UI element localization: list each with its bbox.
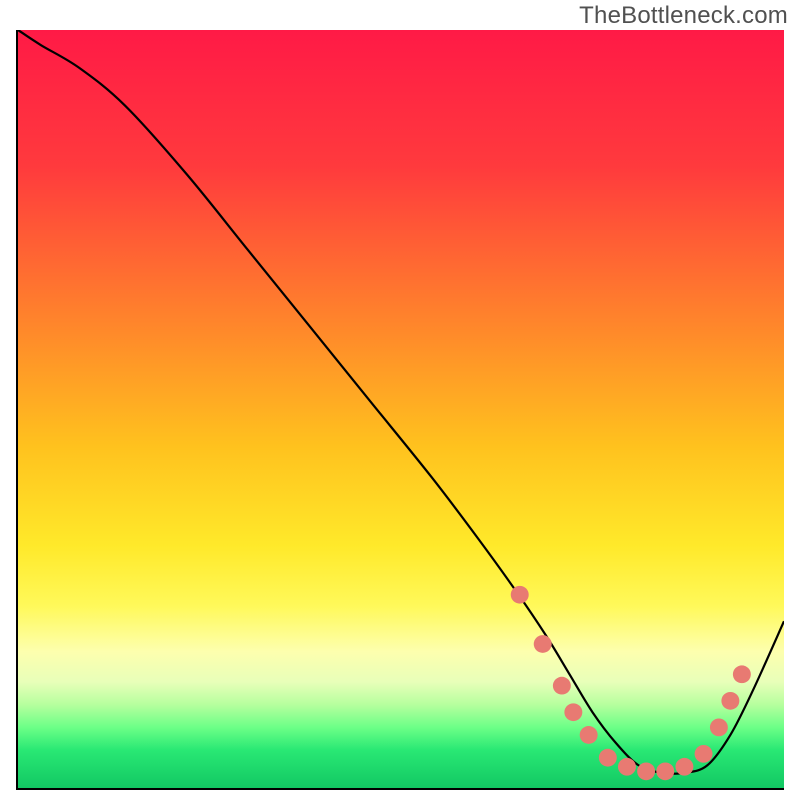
highlight-dot <box>618 758 636 776</box>
highlight-dot <box>675 758 693 776</box>
bottleneck-curve-layer <box>18 30 784 788</box>
highlight-dot <box>656 762 674 780</box>
highlight-dot <box>564 703 582 721</box>
highlight-dot <box>721 692 739 710</box>
highlight-dot <box>599 749 617 767</box>
chart-plot-area <box>16 30 784 790</box>
highlight-dot <box>511 586 529 604</box>
highlight-dot <box>710 718 728 736</box>
highlight-dot <box>534 635 552 653</box>
watermark-text: TheBottleneck.com <box>579 2 788 30</box>
highlight-dot <box>733 665 751 683</box>
bottleneck-curve <box>18 30 784 774</box>
highlight-dot <box>695 745 713 763</box>
highlight-dot <box>637 762 655 780</box>
highlight-dots-group <box>511 586 751 780</box>
highlight-dot <box>580 726 598 744</box>
highlight-dot <box>553 677 571 695</box>
